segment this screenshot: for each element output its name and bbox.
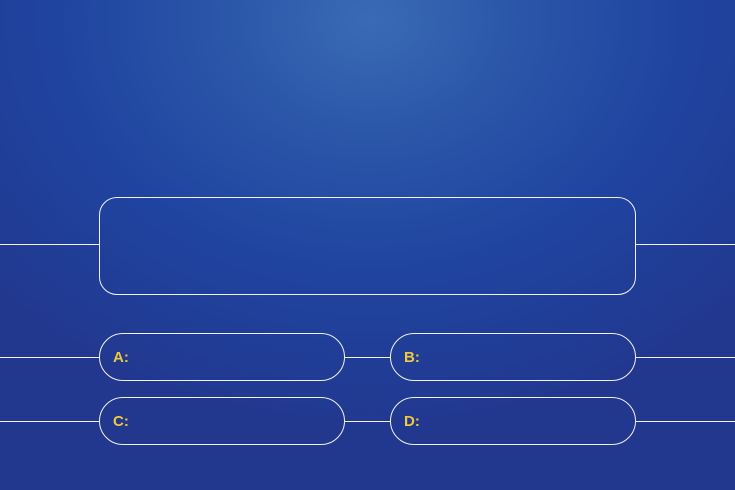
question-connector-left [0, 244, 99, 245]
answer-c-button[interactable]: C: [99, 397, 345, 445]
row2-connector-middle [345, 421, 390, 422]
answer-a-button[interactable]: A: [99, 333, 345, 381]
row2-connector-left [0, 421, 99, 422]
answer-d-button[interactable]: D: [390, 397, 636, 445]
question-connector-right [636, 244, 735, 245]
row1-connector-middle [345, 357, 390, 358]
answer-d-label: D: [404, 412, 420, 430]
answer-b-label: B: [404, 348, 420, 366]
answer-b-button[interactable]: B: [390, 333, 636, 381]
answer-a-label: A: [113, 348, 129, 366]
question-box [99, 197, 636, 295]
answer-c-label: C: [113, 412, 129, 430]
row2-connector-right [636, 421, 735, 422]
row1-connector-left [0, 357, 99, 358]
row1-connector-right [636, 357, 735, 358]
